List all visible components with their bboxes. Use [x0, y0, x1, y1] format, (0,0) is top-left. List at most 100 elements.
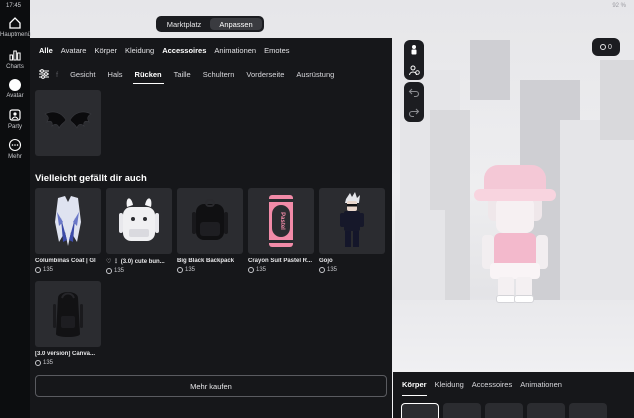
subtab-shoulders[interactable]: Schultern — [197, 64, 241, 84]
tab-accessories[interactable]: Accessoires — [158, 46, 210, 55]
rail-item-charts[interactable]: Charts — [0, 48, 30, 70]
tab-all[interactable]: Alle — [35, 46, 57, 55]
list-item[interactable]: ♡ ⋮ (3.0) cute bun... 135 — [106, 188, 172, 274]
rail-item-home[interactable]: Hauptmenü — [0, 16, 31, 38]
item-price: 135 — [35, 360, 101, 366]
editor-tabs: Körper Kleidung Accessoires Animationen — [393, 372, 634, 396]
undo-button[interactable] — [404, 82, 424, 102]
item-name: Gojo — [319, 258, 333, 264]
item-thumbnail — [35, 188, 101, 254]
customize-button[interactable] — [404, 60, 424, 80]
tab-avatars[interactable]: Avatare — [57, 46, 91, 55]
tab-animations[interactable]: Animationen — [210, 46, 260, 55]
robux-balance[interactable]: 0 — [592, 38, 620, 56]
editor-thumbnails — [401, 403, 607, 418]
robux-icon — [177, 267, 183, 273]
tab-emotes[interactable]: Emotes — [260, 46, 293, 55]
rail-item-more[interactable]: Mehr — [0, 138, 30, 160]
item-name: Big Black Backpack — [177, 258, 235, 264]
list-item[interactable]: Columbinas Coat | Gl 135 — [35, 188, 101, 273]
editor-thumb[interactable] — [401, 403, 439, 418]
rail-item-avatar[interactable]: Avatar — [0, 79, 30, 99]
crayon-image: Pastel — [269, 195, 293, 247]
avatar-head — [496, 197, 534, 233]
buy-more-button[interactable]: Mehr kaufen — [35, 375, 387, 397]
editor-bottom-panel: Körper Kleidung Accessoires Animationen — [393, 372, 634, 418]
tab-clothing-editor[interactable]: Kleidung — [431, 380, 468, 396]
editor-thumb[interactable] — [443, 403, 481, 418]
subtab-neck[interactable]: Hals — [102, 64, 129, 84]
segment-marketplace[interactable]: Marktplatz — [158, 18, 210, 30]
editor-thumb[interactable] — [569, 403, 607, 418]
list-item[interactable]: Big Black Backpack 135 — [177, 188, 243, 273]
body-icon — [411, 45, 417, 55]
sliders-icon — [39, 69, 49, 79]
scene-block — [560, 120, 634, 300]
subtab-waist[interactable]: Taille — [168, 64, 197, 84]
emote-button[interactable] — [404, 40, 424, 60]
scene-block — [600, 60, 634, 140]
list-item[interactable]: Gojo 135 — [319, 188, 385, 273]
robux-icon — [248, 267, 254, 273]
black-backpack-image — [192, 199, 228, 240]
robux-icon — [600, 44, 607, 50]
tab-accessories-editor[interactable]: Accessoires — [468, 380, 516, 396]
redo-button[interactable] — [404, 102, 424, 122]
status-bar: 17:45 92 % — [0, 0, 634, 12]
item-name: Crayon Suit Pastel R... — [248, 258, 313, 264]
avatar-icon — [9, 79, 21, 91]
gojo-image — [340, 192, 364, 247]
more-icon — [8, 138, 22, 152]
tab-body-editor[interactable]: Körper — [398, 380, 431, 396]
catalog-panel: Alle Avatare Körper Kleidung Accessoires… — [30, 38, 392, 418]
tab-body[interactable]: Körper — [90, 46, 121, 55]
editor-thumb[interactable] — [527, 403, 565, 418]
list-item[interactable]: [3.0 version] Canva... 135 — [35, 281, 101, 366]
segment-customize[interactable]: Anpassen — [210, 18, 262, 30]
rail-item-party[interactable]: Party — [0, 108, 30, 130]
editor-thumb[interactable] — [485, 403, 523, 418]
bunny-backpack-image — [119, 198, 159, 241]
accessory-subtabs: f Gesicht Hals Rücken Taille Schultern V… — [30, 64, 392, 84]
redo-icon — [408, 108, 420, 118]
tab-clothing[interactable]: Kleidung — [121, 46, 158, 55]
subtab-back[interactable]: Rücken — [129, 64, 168, 84]
item-thumbnail — [319, 188, 385, 254]
charts-icon — [9, 50, 21, 61]
item-thumbnail: Pastel — [248, 188, 314, 254]
subtab-gear[interactable]: Ausrüstung — [290, 64, 340, 84]
item-thumbnail — [35, 281, 101, 347]
owned-item-bat-wings[interactable] — [35, 90, 101, 156]
item-thumbnail — [106, 188, 172, 254]
robux-icon — [319, 267, 325, 273]
coat-image — [55, 196, 81, 246]
item-thumbnail — [177, 188, 243, 254]
item-name: ♡ ⋮ (3.0) cute bun... — [106, 259, 165, 265]
recommend-title: Vielleicht gefällt dir auch — [35, 173, 147, 184]
subtab-partial[interactable]: f — [54, 64, 64, 84]
canvas-backpack-image — [53, 292, 83, 337]
item-price: 135 — [248, 267, 314, 273]
home-icon — [9, 17, 21, 29]
item-price: 135 — [35, 267, 101, 273]
avatar-tools — [404, 40, 424, 80]
avatar-model[interactable] — [470, 155, 560, 305]
crayon-label: Pastel — [279, 212, 285, 230]
subtab-front[interactable]: Vorderseite — [240, 64, 290, 84]
mode-segmented-control: Marktplatz Anpassen — [156, 16, 264, 32]
undo-icon — [408, 88, 420, 98]
robux-icon — [106, 268, 112, 274]
avatar-edit-icon — [409, 65, 420, 76]
scene-block — [470, 40, 510, 100]
filter-button[interactable] — [34, 66, 54, 82]
robux-icon — [35, 360, 41, 366]
category-tabs: Alle Avatare Körper Kleidung Accessoires… — [30, 38, 392, 62]
tab-animations-editor[interactable]: Animationen — [516, 380, 566, 396]
battery-level: 92 % — [612, 3, 626, 9]
item-name: Columbinas Coat | Gl — [35, 258, 96, 264]
list-item[interactable]: Pastel Crayon Suit Pastel R... 135 — [248, 188, 314, 273]
subtab-face[interactable]: Gesicht — [64, 64, 101, 84]
left-rail: Hauptmenü Charts Avatar Party Mehr — [0, 0, 31, 418]
item-price: 135 — [177, 267, 243, 273]
scene-block — [395, 210, 445, 300]
